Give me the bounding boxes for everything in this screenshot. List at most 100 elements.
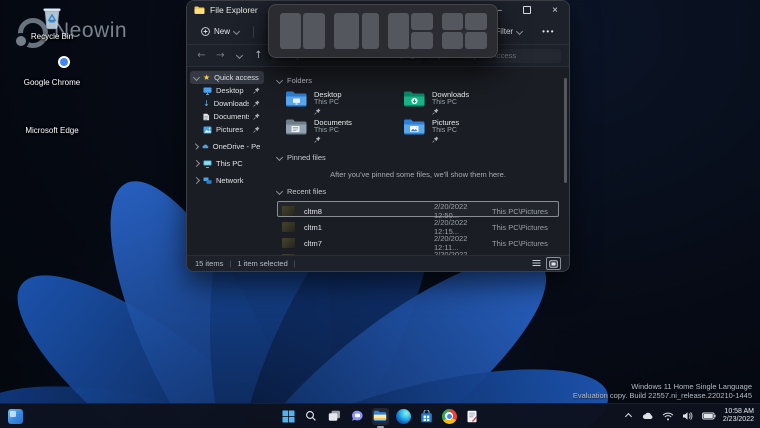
sidebar-item-documents[interactable]: Documents bbox=[199, 110, 264, 123]
pinned-files-empty-text: After you've pinned some files, we'll sh… bbox=[277, 163, 559, 185]
expander-icon[interactable] bbox=[193, 74, 200, 81]
snap-cell[interactable] bbox=[280, 13, 301, 49]
desktop-icon-google-chrome[interactable]: Google Chrome bbox=[20, 50, 84, 87]
expander-icon[interactable] bbox=[193, 160, 200, 167]
snap-cell[interactable] bbox=[303, 13, 324, 49]
expander-icon[interactable] bbox=[193, 143, 199, 149]
maximize-button[interactable] bbox=[513, 1, 541, 19]
taskbar-store-button[interactable] bbox=[418, 408, 435, 425]
snap-cell[interactable] bbox=[362, 13, 379, 49]
sidebar-item-this-pc[interactable]: This PC bbox=[190, 157, 264, 170]
tray-volume-button[interactable] bbox=[681, 408, 695, 425]
recent-locations-button[interactable] bbox=[233, 51, 246, 61]
snap-layout-quadrants[interactable] bbox=[442, 13, 487, 49]
plus-circle-icon bbox=[201, 27, 210, 36]
pin-icon bbox=[432, 108, 469, 115]
snap-layout-two-equal-columns[interactable] bbox=[280, 13, 325, 49]
new-button[interactable]: New bbox=[195, 24, 245, 39]
taskbar-chat-button[interactable] bbox=[349, 408, 366, 425]
folder-tile-pictures[interactable]: Pictures This PC bbox=[403, 118, 559, 143]
watermark-edition: Windows 11 Home Single Language bbox=[573, 382, 752, 391]
snap-cell[interactable] bbox=[411, 13, 432, 30]
recent-file-row[interactable]: cltm8 2/20/2022 12:50... This PC\Picture… bbox=[277, 201, 559, 217]
navigation-pane: ★ Quick access Desktop ↓ Downloads Docum… bbox=[187, 66, 267, 256]
scrollbar-thumb[interactable] bbox=[564, 78, 567, 183]
snap-cell[interactable] bbox=[334, 13, 360, 49]
snap-cell[interactable] bbox=[465, 32, 486, 49]
recent-file-row[interactable]: cltm1 2/20/2022 12:15... This PC\Picture… bbox=[277, 217, 559, 233]
section-label: Folders bbox=[287, 76, 312, 85]
folder-tile-desktop[interactable]: Desktop This PC bbox=[285, 90, 403, 115]
sidebar-item-desktop[interactable]: Desktop bbox=[199, 84, 264, 97]
snap-layout-left-wide[interactable] bbox=[334, 13, 379, 49]
taskbar-search-button[interactable] bbox=[303, 408, 320, 425]
section-header-recent-files[interactable]: Recent files bbox=[277, 185, 559, 197]
folder-tile-downloads[interactable]: Downloads This PC bbox=[403, 90, 559, 115]
recent-file-row[interactable]: cltm7 2/20/2022 12:11... This PC\Picture… bbox=[277, 233, 559, 249]
tray-battery-button[interactable] bbox=[701, 408, 717, 425]
vertical-scrollbar[interactable] bbox=[564, 76, 567, 251]
sidebar-item-pictures[interactable]: Pictures bbox=[199, 123, 264, 136]
folder-icon bbox=[194, 6, 205, 15]
taskbar-start-button[interactable] bbox=[280, 408, 297, 425]
list-view-button[interactable] bbox=[530, 257, 543, 268]
folder-location: This PC bbox=[432, 127, 459, 135]
taskbar-edge-button[interactable] bbox=[395, 408, 412, 425]
watermark-build: Evaluation copy. Build 22557.ni_release.… bbox=[573, 391, 752, 400]
status-divider: | bbox=[294, 259, 296, 268]
running-indicator bbox=[377, 426, 384, 428]
content-pane: Folders Desktop This PC bbox=[267, 66, 569, 256]
sidebar-item-label: Quick access bbox=[214, 73, 259, 82]
file-name: cltm7 bbox=[304, 239, 434, 248]
sidebar-item-network[interactable]: Network bbox=[190, 174, 264, 187]
window-body: ★ Quick access Desktop ↓ Downloads Docum… bbox=[187, 66, 569, 256]
taskbar-widgets-button[interactable] bbox=[7, 408, 24, 425]
tray-onedrive-button[interactable] bbox=[641, 408, 655, 425]
taskbar-file-explorer-button[interactable] bbox=[372, 408, 389, 425]
pin-icon bbox=[314, 108, 342, 115]
snap-cell[interactable] bbox=[442, 32, 463, 49]
snap-cell[interactable] bbox=[411, 32, 432, 49]
expander-icon[interactable] bbox=[193, 177, 200, 184]
this-pc-icon bbox=[203, 160, 212, 168]
maximize-icon bbox=[523, 6, 531, 14]
thumbnail-view-button[interactable] bbox=[546, 257, 561, 270]
taskbar-clock[interactable]: 10:58 AM 2/23/2022 bbox=[723, 408, 754, 424]
star-icon: ★ bbox=[203, 74, 210, 82]
pin-icon bbox=[432, 136, 459, 143]
tray-wifi-button[interactable] bbox=[661, 408, 675, 425]
taskbar-task-view-button[interactable] bbox=[326, 408, 343, 425]
folder-tile-documents[interactable]: Documents This PC bbox=[285, 118, 403, 143]
close-button[interactable]: × bbox=[541, 1, 569, 19]
taskbar-pinned-app-button[interactable] bbox=[464, 408, 481, 425]
forward-button[interactable]: → bbox=[214, 51, 227, 61]
desktop-icon-microsoft-edge[interactable]: Microsoft Edge bbox=[20, 98, 84, 135]
section-header-pinned-files[interactable]: Pinned files bbox=[277, 151, 559, 163]
status-bar: 15 items | 1 item selected | bbox=[187, 255, 569, 271]
up-button[interactable]: ↑ bbox=[252, 51, 265, 61]
sidebar-item-onedrive[interactable]: OneDrive - Personal bbox=[190, 140, 264, 153]
downloads-folder-icon bbox=[403, 90, 426, 108]
chevron-up-icon bbox=[625, 412, 632, 419]
tray-overflow-button[interactable] bbox=[623, 408, 635, 425]
sidebar-item-downloads[interactable]: ↓ Downloads bbox=[199, 97, 264, 110]
sidebar-item-quick-access[interactable]: ★ Quick access bbox=[190, 71, 264, 84]
forward-icon: → bbox=[216, 50, 224, 61]
taskbar-chrome-button[interactable] bbox=[441, 408, 458, 425]
snap-cell[interactable] bbox=[388, 13, 409, 49]
taskbar: 10:58 AM 2/23/2022 bbox=[0, 403, 760, 428]
desktop-icon-recycle-bin[interactable]: Recycle Bin bbox=[20, 4, 84, 41]
desktop-icon bbox=[203, 87, 212, 95]
back-button[interactable]: ← bbox=[195, 51, 208, 61]
snap-layout-left-plus-right-stack[interactable] bbox=[388, 13, 433, 49]
cloud-icon bbox=[642, 412, 654, 420]
file-thumbnail bbox=[282, 238, 295, 248]
pin-icon bbox=[253, 113, 260, 120]
section-header-folders[interactable]: Folders bbox=[277, 74, 559, 86]
snap-cell[interactable] bbox=[442, 13, 463, 30]
snap-cell[interactable] bbox=[465, 13, 486, 30]
ellipsis-icon: ••• bbox=[542, 27, 555, 36]
file-explorer-icon bbox=[373, 410, 387, 422]
desktop-icon-label: Microsoft Edge bbox=[20, 126, 84, 135]
see-more-button[interactable]: ••• bbox=[536, 24, 561, 39]
